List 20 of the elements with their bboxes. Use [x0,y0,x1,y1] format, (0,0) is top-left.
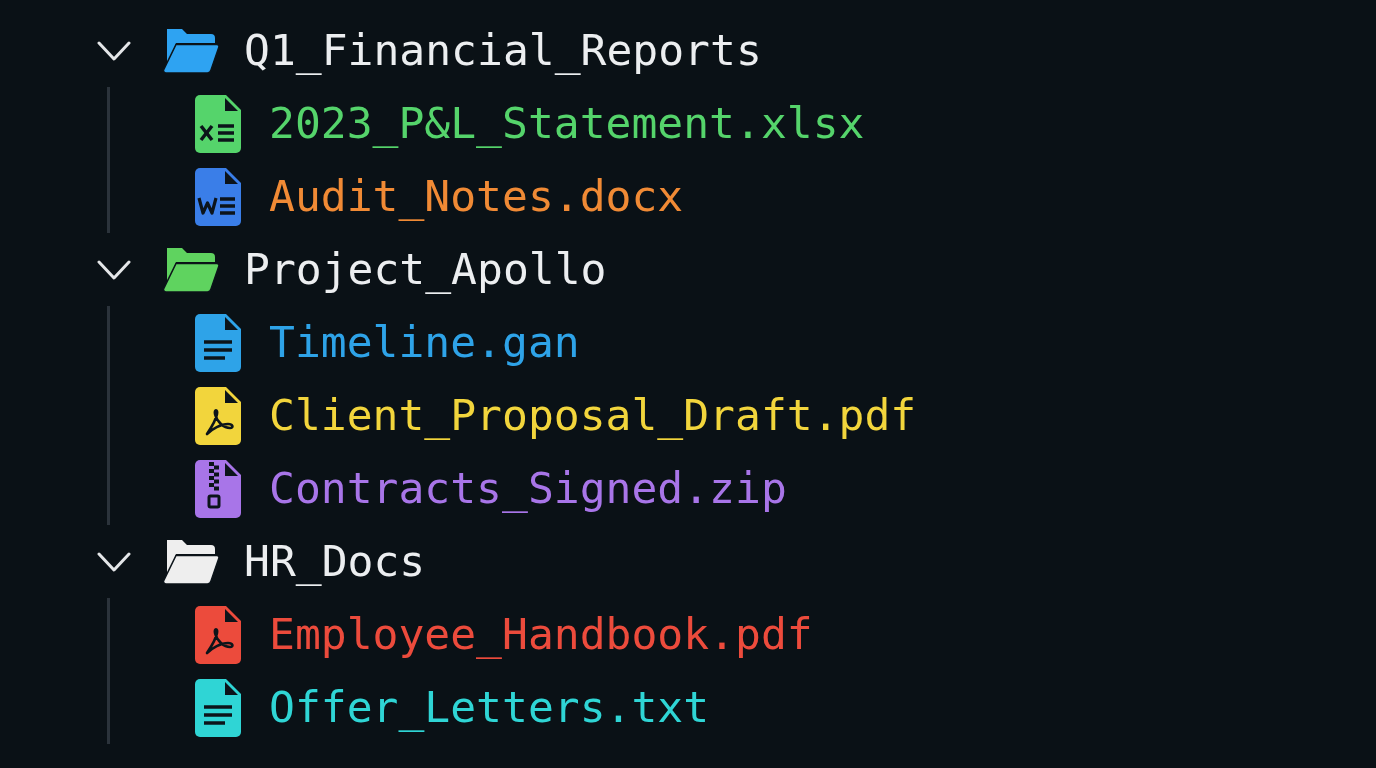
archive-file-icon [195,459,241,518]
pdf-file-icon [195,605,241,664]
file-name[interactable]: Audit_Notes.docx [269,170,684,223]
chevron-down-icon[interactable] [97,259,131,280]
file-name[interactable]: Timeline.gan [269,316,580,369]
folder-name[interactable]: HR_Docs [244,535,426,588]
folder-name[interactable]: Q1_Financial_Reports [244,24,762,77]
file-name[interactable]: Client_Proposal_Draft.pdf [269,389,917,442]
chevron-down-icon[interactable] [97,551,131,572]
document-file-icon [195,167,241,226]
file-name[interactable]: Employee_Handbook.pdf [269,608,813,661]
file-name[interactable]: Offer_Letters.txt [269,681,710,734]
spreadsheet-file-icon [195,94,241,153]
chevron-down-icon[interactable] [97,40,131,61]
pdf-file-icon [195,386,241,445]
file-name[interactable]: Contracts_Signed.zip [269,462,787,515]
text-file-icon [195,313,241,372]
file-name[interactable]: 2023_P&L_Statement.xlsx [269,97,865,150]
text-file-icon [195,678,241,737]
folder-name[interactable]: Project_Apollo [244,243,607,296]
